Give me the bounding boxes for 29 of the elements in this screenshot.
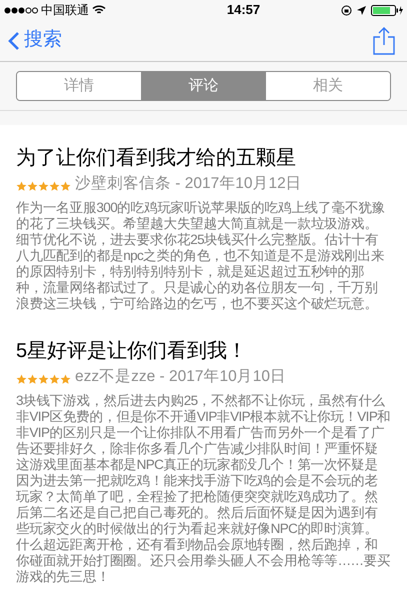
star-icon — [60, 374, 71, 385]
star-icon — [27, 374, 38, 385]
segment-tab[interactable]: 详情 — [17, 72, 141, 100]
review-author-date: 沙壁刺客信条 - 2017年10月12日 — [75, 174, 302, 194]
star-icon — [49, 374, 60, 385]
star-icon — [27, 181, 38, 192]
star-icon — [49, 181, 60, 192]
segment-tab[interactable]: 评论 — [140, 72, 266, 100]
back-chevron-icon — [8, 30, 20, 50]
star-icon — [38, 374, 49, 385]
star-icon — [60, 181, 71, 192]
location-icon — [357, 6, 366, 14]
review-body: 3块钱下游戏，然后进去内购25，不然都不让你玩，虽然有什么非VIP区免费的，但是你不开通VIP非VIP根本就不让你玩！VIP和非VIP的区别只是一个让你排队不用看广告而另外一个是看了广告还要排好久，除非你多看几个广告减少排队时间！严重怀疑这游戏里面基本都是NPC真正的玩家都没几个！第一次怀疑是因为进去第一把就吃鸡！能来找手游下吃鸡的会是不会玩的老玩家？太简单了吧，全程捡了把枪随便突突就吃鸡成功了。然后第二名还是自己把自己毒死的。然后后面怀疑是因为遇到有些玩家交火的时候做出的行为看起来就好像NPC的即时演算。什么超远距离开枪，还有看到物品会原地转圈，然后跑掉，和你碰面就开始打圈圈。还只会用拳头砸人不会用枪等等……要买游戏的先三思！ — [16, 393, 391, 585]
rotation-lock-icon — [341, 4, 352, 16]
review-title: 5星好评是让你们看到我！ — [16, 339, 248, 364]
star-icon — [16, 374, 27, 385]
star-icon — [38, 181, 49, 192]
review-title: 为了让你们看到我才给的五颗星 — [16, 146, 297, 171]
signal-icon — [4, 6, 38, 14]
back-button[interactable]: 搜索 — [8, 26, 62, 55]
segment-tab[interactable]: 相关 — [265, 72, 390, 100]
carrier-name: 中国联通 — [41, 2, 89, 19]
review-body: 作为一名亚服300的吃鸡玩家听说苹果版的吃鸡上线了毫不犹豫的花了三块钱买。希望越大失望越大简直就是一款垃圾游戏。细节优化不说，进去要求你花25块钱买什么完整版。估计十有八九匹配到的都是npc之类的角色，也不知道是不是游戏刚出来的原因特别卡，特别特别特别卡，就是延迟超过五秒钟的那种，流量网络都试过了。只是诚心的劝各位朋友一句，千万别浪费这三块钱，宁可给路边的乞丐，也不要买这个破烂玩意。 — [16, 200, 386, 312]
star-icon — [16, 181, 27, 192]
review-author-date: ezz不是zze - 2017年10月10日 — [75, 367, 286, 387]
clock-time: 14:57 — [226, 1, 260, 20]
battery-icon — [371, 4, 403, 16]
share-icon[interactable] — [373, 26, 395, 54]
wifi-icon — [92, 5, 106, 15]
